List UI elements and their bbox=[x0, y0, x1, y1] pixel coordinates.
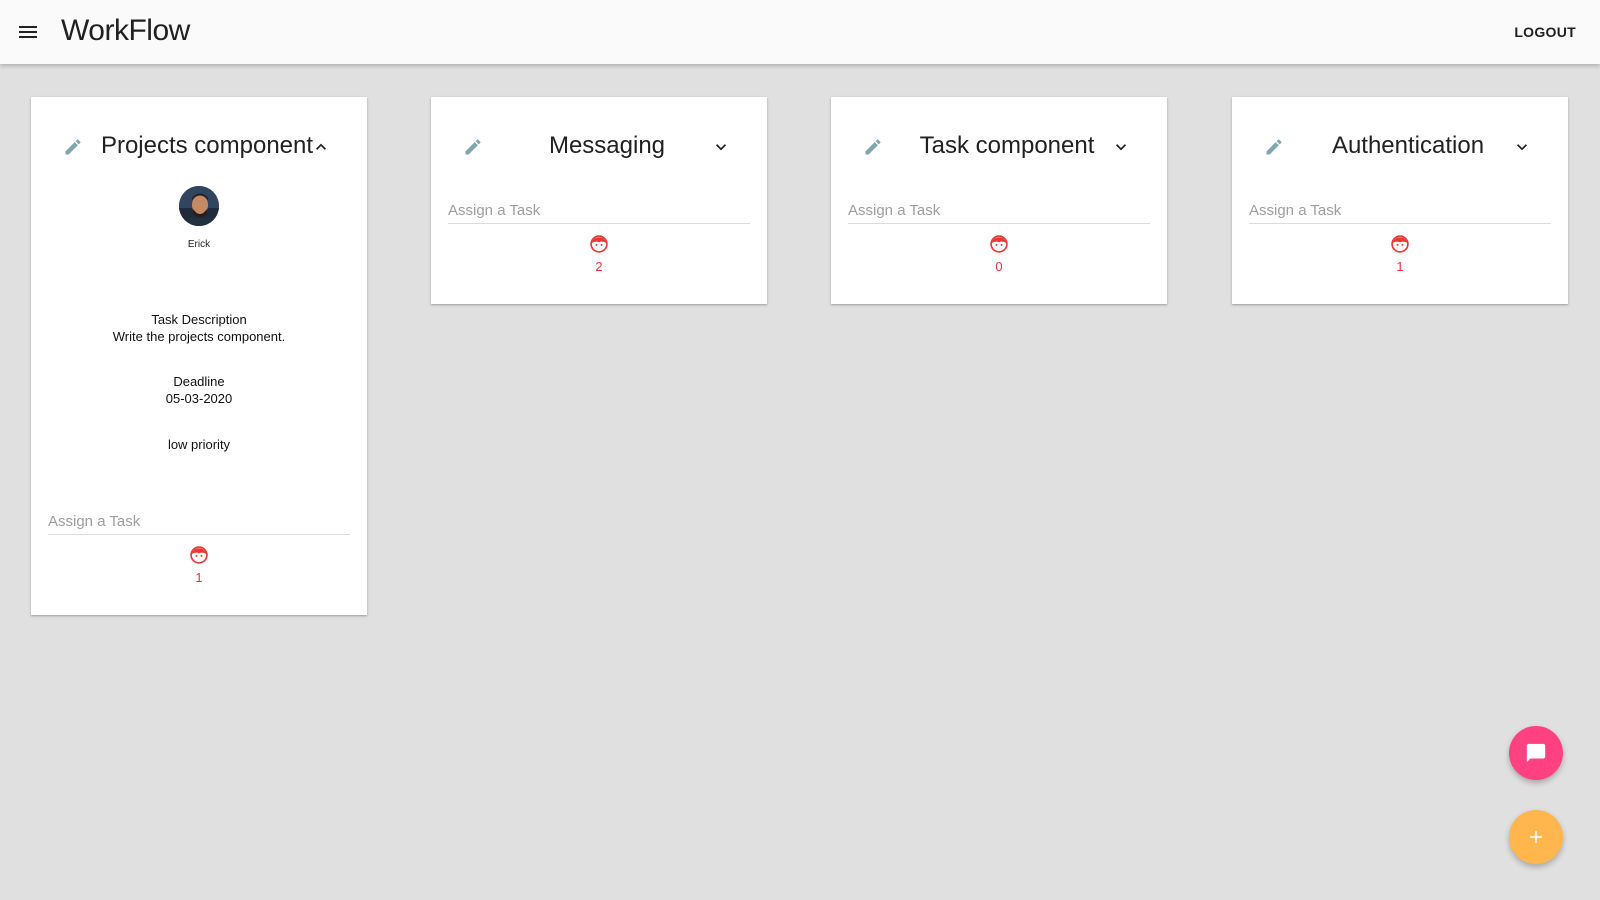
chat-fab-button[interactable] bbox=[1509, 726, 1563, 780]
pencil-icon[interactable] bbox=[63, 137, 83, 157]
app-bar: WorkFlow LOGOUT bbox=[0, 0, 1600, 64]
assign-task-input[interactable]: Assign a Task bbox=[448, 193, 750, 224]
chevron-down-icon[interactable] bbox=[711, 137, 731, 157]
menu-icon[interactable] bbox=[16, 20, 40, 44]
assignee-name: Erick bbox=[187, 239, 211, 250]
face-icon[interactable] bbox=[189, 545, 209, 565]
card-details: Erick Task Description Write the project… bbox=[31, 186, 367, 452]
assign-task-input[interactable]: Assign a Task bbox=[848, 193, 1150, 224]
card-header: Projects component bbox=[31, 97, 367, 193]
deadline-value: 05-03-2020 bbox=[165, 391, 233, 406]
task-card-task-component: Task component Assign a Task 0 bbox=[831, 97, 1167, 304]
assignee-count: 1 bbox=[1396, 259, 1404, 274]
assignee-counter: 1 bbox=[1232, 224, 1568, 304]
chevron-down-icon[interactable] bbox=[1512, 137, 1532, 157]
app-title: WorkFlow bbox=[61, 14, 190, 47]
assign-task-placeholder: Assign a Task bbox=[1249, 202, 1342, 219]
assign-task-input[interactable]: Assign a Task bbox=[1249, 193, 1551, 224]
card-header: Authentication bbox=[1232, 97, 1568, 193]
priority-text: low priority bbox=[167, 437, 231, 452]
card-header: Messaging bbox=[431, 97, 767, 193]
chat-icon bbox=[1526, 743, 1546, 763]
assignee-counter: 0 bbox=[831, 224, 1167, 304]
face-icon[interactable] bbox=[589, 234, 609, 254]
pencil-icon[interactable] bbox=[463, 137, 483, 157]
card-title: Projects component bbox=[100, 132, 314, 159]
assignee-count: 1 bbox=[195, 570, 203, 585]
assignee-count: 0 bbox=[995, 259, 1003, 274]
card-title: Authentication bbox=[1331, 132, 1485, 159]
logout-button[interactable]: LOGOUT bbox=[1514, 24, 1576, 40]
task-card-projects: Projects component Erick Task Descriptio… bbox=[31, 97, 367, 615]
pencil-icon[interactable] bbox=[1264, 137, 1284, 157]
avatar bbox=[179, 186, 219, 226]
avatar-photo bbox=[179, 186, 219, 226]
face-icon[interactable] bbox=[1390, 234, 1410, 254]
task-card-messaging: Messaging Assign a Task 2 bbox=[431, 97, 767, 304]
chevron-down-icon[interactable] bbox=[1111, 137, 1131, 157]
add-task-fab-button[interactable] bbox=[1509, 810, 1563, 864]
pencil-icon[interactable] bbox=[863, 137, 883, 157]
assignee-counter: 1 bbox=[31, 535, 367, 615]
plus-icon bbox=[1530, 831, 1542, 843]
deadline-label: Deadline bbox=[173, 374, 225, 389]
face-icon[interactable] bbox=[989, 234, 1009, 254]
assign-task-placeholder: Assign a Task bbox=[848, 202, 941, 219]
card-title: Messaging bbox=[548, 132, 666, 159]
card-header: Task component bbox=[831, 97, 1167, 193]
assign-task-placeholder: Assign a Task bbox=[48, 513, 141, 530]
assignee-counter: 2 bbox=[431, 224, 767, 304]
task-card-authentication: Authentication Assign a Task 1 bbox=[1232, 97, 1568, 304]
assignee-count: 2 bbox=[595, 259, 603, 274]
assign-task-input[interactable]: Assign a Task bbox=[48, 504, 350, 535]
task-description-label: Task Description bbox=[151, 312, 247, 327]
task-description-text: Write the projects component. bbox=[112, 329, 286, 344]
card-title: Task component bbox=[919, 132, 1095, 159]
assign-task-placeholder: Assign a Task bbox=[448, 202, 541, 219]
chevron-up-icon[interactable] bbox=[311, 137, 331, 157]
